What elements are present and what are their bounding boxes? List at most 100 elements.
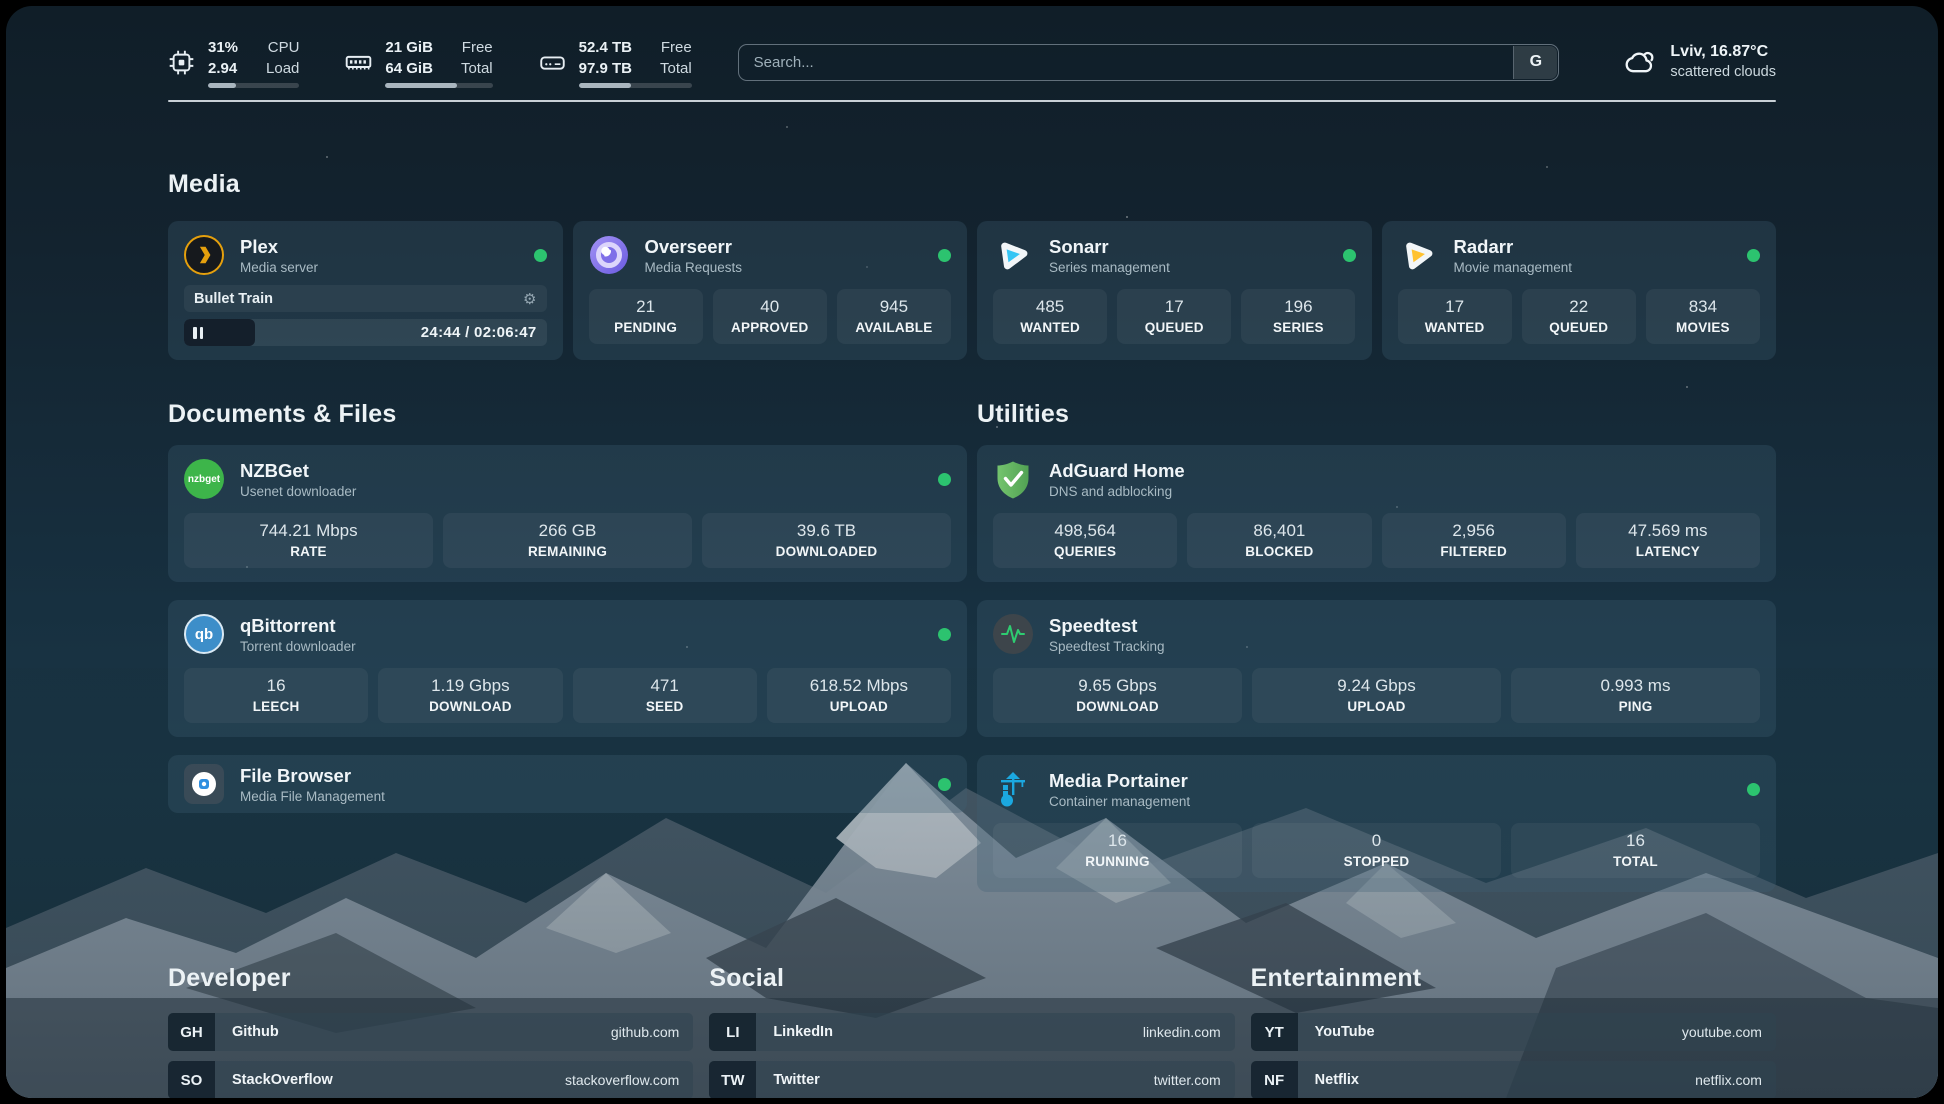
status-dot — [938, 628, 951, 641]
link-github[interactable]: GH Github github.com — [168, 1013, 693, 1051]
adguard-icon — [993, 459, 1033, 499]
cpu-progress-fill — [208, 83, 236, 88]
app-subtitle: Container management — [1049, 794, 1190, 809]
stat-available: 945 AVAILABLE — [837, 289, 951, 344]
memory-progress-track — [385, 83, 492, 88]
link-youtube[interactable]: YT YouTube youtube.com — [1251, 1013, 1776, 1051]
disk-progress-track — [579, 83, 692, 88]
status-dot — [938, 473, 951, 486]
disk-total-value: 97.9 TB — [579, 58, 632, 79]
disk-total-label: Total — [660, 58, 692, 79]
memory-free-value: 21 GiB — [385, 37, 433, 58]
memory-total-label: Total — [461, 58, 493, 79]
weather-widget: Lviv, 16.87°C scattered clouds — [1617, 41, 1776, 82]
plex-card[interactable]: Plex Media server Bullet Train ⚙ 24:44 /… — [168, 221, 563, 360]
disk-free-value: 52.4 TB — [579, 37, 632, 58]
stat-upload: 618.52 Mbps UPLOAD — [767, 668, 951, 723]
link-badge: SO — [168, 1061, 215, 1098]
link-badge: YT — [1251, 1013, 1298, 1051]
stat-queued: 22 QUEUED — [1522, 289, 1636, 344]
link-stackoverflow[interactable]: SO StackOverflow stackoverflow.com — [168, 1061, 693, 1098]
now-playing-bar: Bullet Train ⚙ — [184, 285, 547, 312]
search-bar: G — [738, 44, 1560, 81]
qbittorrent-icon: qb — [184, 614, 224, 654]
app-subtitle: Usenet downloader — [240, 484, 356, 499]
ram-icon — [345, 49, 372, 76]
pause-icon[interactable] — [193, 327, 203, 339]
qbittorrent-card[interactable]: qb qBittorrent Torrent downloader 16 LEE… — [168, 600, 967, 737]
status-dot — [938, 249, 951, 262]
app-title: Overseerr — [645, 235, 743, 258]
now-playing-title: Bullet Train — [194, 291, 273, 307]
stat-latency: 47.569 ms LATENCY — [1576, 513, 1760, 568]
overseerr-card[interactable]: Overseerr Media Requests 21 PENDING 40 A… — [573, 221, 968, 360]
sonarr-card[interactable]: Sonarr Series management 485 WANTED 17 Q… — [977, 221, 1372, 360]
link-linkedin[interactable]: LI LinkedIn linkedin.com — [709, 1013, 1234, 1051]
speedtest-icon — [993, 614, 1033, 654]
weather-condition: scattered clouds — [1670, 63, 1776, 83]
app-title: File Browser — [240, 764, 385, 787]
search-input[interactable] — [738, 44, 1560, 81]
portainer-icon — [993, 769, 1033, 809]
stat-download: 1.19 Gbps DOWNLOAD — [378, 668, 562, 723]
app-title: NZBGet — [240, 459, 356, 482]
stat-leech: 16 LEECH — [184, 668, 368, 723]
app-title: Sonarr — [1049, 235, 1170, 258]
stat-download: 9.65 Gbps DOWNLOAD — [993, 668, 1242, 723]
status-dot — [1747, 249, 1760, 262]
media-card-grid: Plex Media server Bullet Train ⚙ 24:44 /… — [168, 221, 1776, 360]
app-subtitle: Media server — [240, 260, 318, 275]
app-title: qBittorrent — [240, 614, 356, 637]
stat-ping: 0.993 ms PING — [1511, 668, 1760, 723]
disk-free-label: Free — [660, 37, 692, 58]
stat-seed: 471 SEED — [573, 668, 757, 723]
stat-series: 196 SERIES — [1241, 289, 1355, 344]
cpu-monitor: 31% 2.94 CPU Load — [168, 37, 299, 88]
qbittorrent-icon-text: qb — [195, 626, 213, 643]
cpu-percent: 31% — [208, 37, 238, 58]
section-title-social: Social — [709, 964, 1234, 993]
documents-column: Documents & Files nzbget NZBGet Usenet d… — [168, 400, 967, 910]
app-title: Radarr — [1454, 235, 1573, 258]
utilities-column: Utilities AdGuard — [977, 400, 1776, 910]
app-title: Speedtest — [1049, 614, 1165, 637]
stat-queries: 498,564 QUERIES — [993, 513, 1177, 568]
app-subtitle: Movie management — [1454, 260, 1573, 275]
cpu-icon — [168, 49, 195, 76]
memory-progress-fill — [385, 83, 457, 88]
nzbget-icon: nzbget — [184, 459, 224, 499]
cpu-load-label: Load — [266, 58, 299, 79]
app-subtitle: Media Requests — [645, 260, 743, 275]
disk-progress-fill — [579, 83, 631, 88]
weather-location: Lviv, 16.87°C — [1670, 41, 1776, 63]
playback-progress[interactable]: 24:44 / 02:06:47 — [184, 319, 547, 346]
stat-running: 16 RUNNING — [993, 823, 1242, 878]
link-badge: NF — [1251, 1061, 1298, 1098]
stat-wanted: 485 WANTED — [993, 289, 1107, 344]
stat-remaining: 266 GB REMAINING — [443, 513, 692, 568]
search-engine-button[interactable]: G — [1513, 46, 1557, 79]
gear-icon[interactable]: ⚙ — [523, 290, 536, 308]
adguard-card[interactable]: AdGuard Home DNS and adblocking 498,564 … — [977, 445, 1776, 582]
speedtest-card[interactable]: Speedtest Speedtest Tracking 9.65 Gbps D… — [977, 600, 1776, 737]
developer-links-section: Developer GH Github github.com SO StackO… — [168, 964, 693, 1098]
filebrowser-card[interactable]: File Browser Media File Management — [168, 755, 967, 813]
app-subtitle: Series management — [1049, 260, 1170, 275]
stat-movies: 834 MOVIES — [1646, 289, 1760, 344]
status-dot — [534, 249, 547, 262]
stat-rate: 744.21 Mbps RATE — [184, 513, 433, 568]
status-dot — [1343, 249, 1356, 262]
radarr-card[interactable]: Radarr Movie management 17 WANTED 22 QUE… — [1382, 221, 1777, 360]
link-twitter[interactable]: TW Twitter twitter.com — [709, 1061, 1234, 1098]
status-dot — [938, 778, 951, 791]
nzbget-card[interactable]: nzbget NZBGet Usenet downloader 744.21 M… — [168, 445, 967, 582]
stat-filtered: 2,956 FILTERED — [1382, 513, 1566, 568]
stat-blocked: 86,401 BLOCKED — [1187, 513, 1371, 568]
top-bar: 31% 2.94 CPU Load — [168, 6, 1776, 90]
portainer-card[interactable]: Media Portainer Container management 16 … — [977, 755, 1776, 892]
cpu-load-value: 2.94 — [208, 58, 238, 79]
app-subtitle: Torrent downloader — [240, 639, 356, 654]
link-netflix[interactable]: NF Netflix netflix.com — [1251, 1061, 1776, 1098]
memory-monitor: 21 GiB 64 GiB Free Total — [345, 37, 492, 88]
social-links-section: Social LI LinkedIn linkedin.com TW Twitt… — [709, 964, 1234, 1098]
